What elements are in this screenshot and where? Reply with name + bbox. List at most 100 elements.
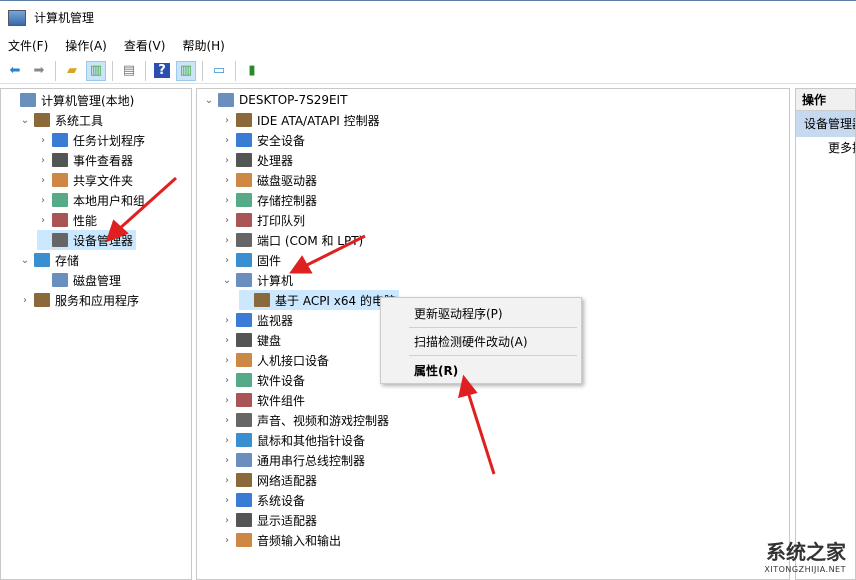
tree-item[interactable]: › 本地用户和组 (37, 190, 145, 210)
menu-file[interactable]: 文件(F) (8, 36, 48, 56)
device-category[interactable]: › 监视器 (221, 310, 293, 330)
chevron-right-icon[interactable]: › (19, 295, 31, 306)
device-category[interactable]: › 声音、视频和游戏控制器 (221, 410, 389, 430)
node-icon (236, 353, 252, 367)
node-label: 性能 (73, 213, 98, 228)
tree-item[interactable]: 设备管理器 (37, 230, 137, 250)
device-category[interactable]: › 音频输入和输出 (221, 530, 341, 550)
chevron-right-icon[interactable]: › (221, 115, 233, 126)
chevron-right-icon[interactable]: › (221, 255, 233, 266)
chevron-right-icon[interactable]: › (37, 215, 49, 226)
node-label: 存储 (55, 253, 80, 268)
device-category[interactable]: › 处理器 (221, 150, 293, 170)
device-category[interactable]: › 端口 (COM 和 LPT) (221, 230, 363, 250)
chevron-right-icon[interactable]: › (221, 235, 233, 246)
tree-item[interactable]: › 服务和应用程序 (19, 290, 139, 310)
device-category[interactable]: › 通用串行总线控制器 (221, 450, 365, 470)
chevron-right-icon[interactable]: › (221, 535, 233, 546)
chevron-right-icon[interactable]: › (37, 155, 49, 166)
scan-icon[interactable]: ▭ (209, 61, 229, 81)
chevron-right-icon[interactable]: › (221, 175, 233, 186)
forward-icon[interactable]: ➡ (29, 61, 49, 81)
toolbar-divider (235, 60, 236, 81)
up-folder-icon[interactable]: ▰ (62, 61, 82, 81)
chevron-right-icon[interactable]: › (221, 415, 233, 426)
chevron-right-icon[interactable]: › (221, 495, 233, 506)
actions-pane: 操作 设备管理器 更多操作 (795, 88, 856, 580)
back-icon[interactable]: ⬅ (5, 61, 25, 81)
node-icon (236, 493, 252, 507)
device-category[interactable]: › 软件设备 (221, 370, 305, 390)
menu-item-update-driver[interactable]: 更新驱动程序(P) (414, 305, 503, 322)
tree-item[interactable]: › 事件查看器 (37, 150, 133, 170)
device-category[interactable]: ⌄ 计算机 (221, 270, 293, 290)
chevron-right-icon[interactable]: › (221, 195, 233, 206)
tree-item[interactable]: ⌄ 系统工具 (19, 110, 103, 130)
node-label: 软件设备 (257, 373, 306, 388)
chevron-down-icon[interactable]: ⌄ (19, 255, 31, 266)
tree-item[interactable]: › 任务计划程序 (37, 130, 145, 150)
device-category[interactable]: › 网络适配器 (221, 470, 317, 490)
node-label: DESKTOP-7S29EIT (239, 93, 348, 107)
tree-root[interactable]: ⌄ DESKTOP-7S29EIT (203, 90, 347, 110)
device-category[interactable]: › 人机接口设备 (221, 350, 329, 370)
menu-item-properties[interactable]: 属性(R) (414, 362, 458, 379)
menu-item-scan-hardware[interactable]: 扫描检测硬件改动(A) (414, 333, 528, 350)
device-category[interactable]: › 软件组件 (221, 390, 305, 410)
menu-view[interactable]: 查看(V) (124, 36, 166, 56)
device-category[interactable]: › 打印队列 (221, 210, 305, 230)
help-icon[interactable]: ? (152, 61, 172, 81)
node-icon (236, 153, 252, 167)
menu-action[interactable]: 操作(A) (65, 36, 107, 56)
chevron-right-icon[interactable]: › (221, 135, 233, 146)
device-category[interactable]: › IDE ATA/ATAPI 控制器 (221, 110, 380, 130)
chevron-right-icon[interactable]: › (221, 455, 233, 466)
chevron-right-icon[interactable]: › (221, 155, 233, 166)
chevron-right-icon[interactable]: › (37, 135, 49, 146)
toolbar-divider (112, 60, 113, 81)
chevron-right-icon[interactable]: › (221, 395, 233, 406)
tree-item[interactable]: ⌄ 存储 (19, 250, 79, 270)
chevron-right-icon[interactable]: › (221, 515, 233, 526)
chevron-down-icon[interactable]: ⌄ (203, 95, 215, 106)
update-driver-icon[interactable]: ▮ (242, 61, 262, 81)
tree-item[interactable]: 计算机管理(本地) (5, 90, 134, 110)
more-actions-link[interactable]: 更多操作 (796, 137, 855, 159)
node-icon (236, 393, 252, 407)
tree-item[interactable]: › 性能 (37, 210, 97, 230)
device-category[interactable]: › 鼠标和其他指针设备 (221, 430, 365, 450)
device-category[interactable]: › 存储控制器 (221, 190, 317, 210)
chevron-right-icon[interactable]: › (37, 195, 49, 206)
chevron-right-icon[interactable]: › (37, 175, 49, 186)
chevron-right-icon[interactable]: › (221, 475, 233, 486)
device-category[interactable]: › 键盘 (221, 330, 281, 350)
device-category[interactable]: 基于 ACPI x64 的电脑 (239, 290, 399, 310)
tree-item[interactable]: 磁盘管理 (37, 270, 121, 290)
device-category[interactable]: › 显示适配器 (221, 510, 317, 530)
properties-icon[interactable]: ▤ (119, 61, 139, 81)
device-category[interactable]: › 磁盘驱动器 (221, 170, 317, 190)
chevron-down-icon[interactable]: ⌄ (19, 115, 31, 126)
toolbar-divider (145, 60, 146, 81)
node-label: 处理器 (257, 153, 294, 168)
chevron-right-icon[interactable]: › (221, 335, 233, 346)
chevron-right-icon[interactable]: › (221, 315, 233, 326)
chevron-right-icon[interactable]: › (221, 355, 233, 366)
device-category[interactable]: › 安全设备 (221, 130, 305, 150)
menu-help[interactable]: 帮助(H) (182, 36, 224, 56)
chevron-right-icon[interactable]: › (221, 215, 233, 226)
node-icon (236, 253, 252, 267)
chevron-right-icon[interactable]: › (221, 375, 233, 386)
menu-divider (409, 327, 577, 328)
chevron-down-icon[interactable]: ⌄ (221, 275, 233, 286)
tree-item[interactable]: › 共享文件夹 (37, 170, 133, 190)
show-action-pane-icon[interactable]: ▥ (176, 60, 196, 81)
node-label: 人机接口设备 (257, 353, 330, 368)
watermark-name: 系统之家 (766, 540, 846, 564)
device-category[interactable]: › 固件 (221, 250, 281, 270)
chevron-right-icon[interactable]: › (221, 435, 233, 446)
device-category[interactable]: › 系统设备 (221, 490, 305, 510)
actions-device-manager[interactable]: 设备管理器 (796, 111, 855, 137)
show-hide-tree-icon[interactable]: ▥ (86, 60, 106, 81)
node-icon (52, 173, 68, 187)
